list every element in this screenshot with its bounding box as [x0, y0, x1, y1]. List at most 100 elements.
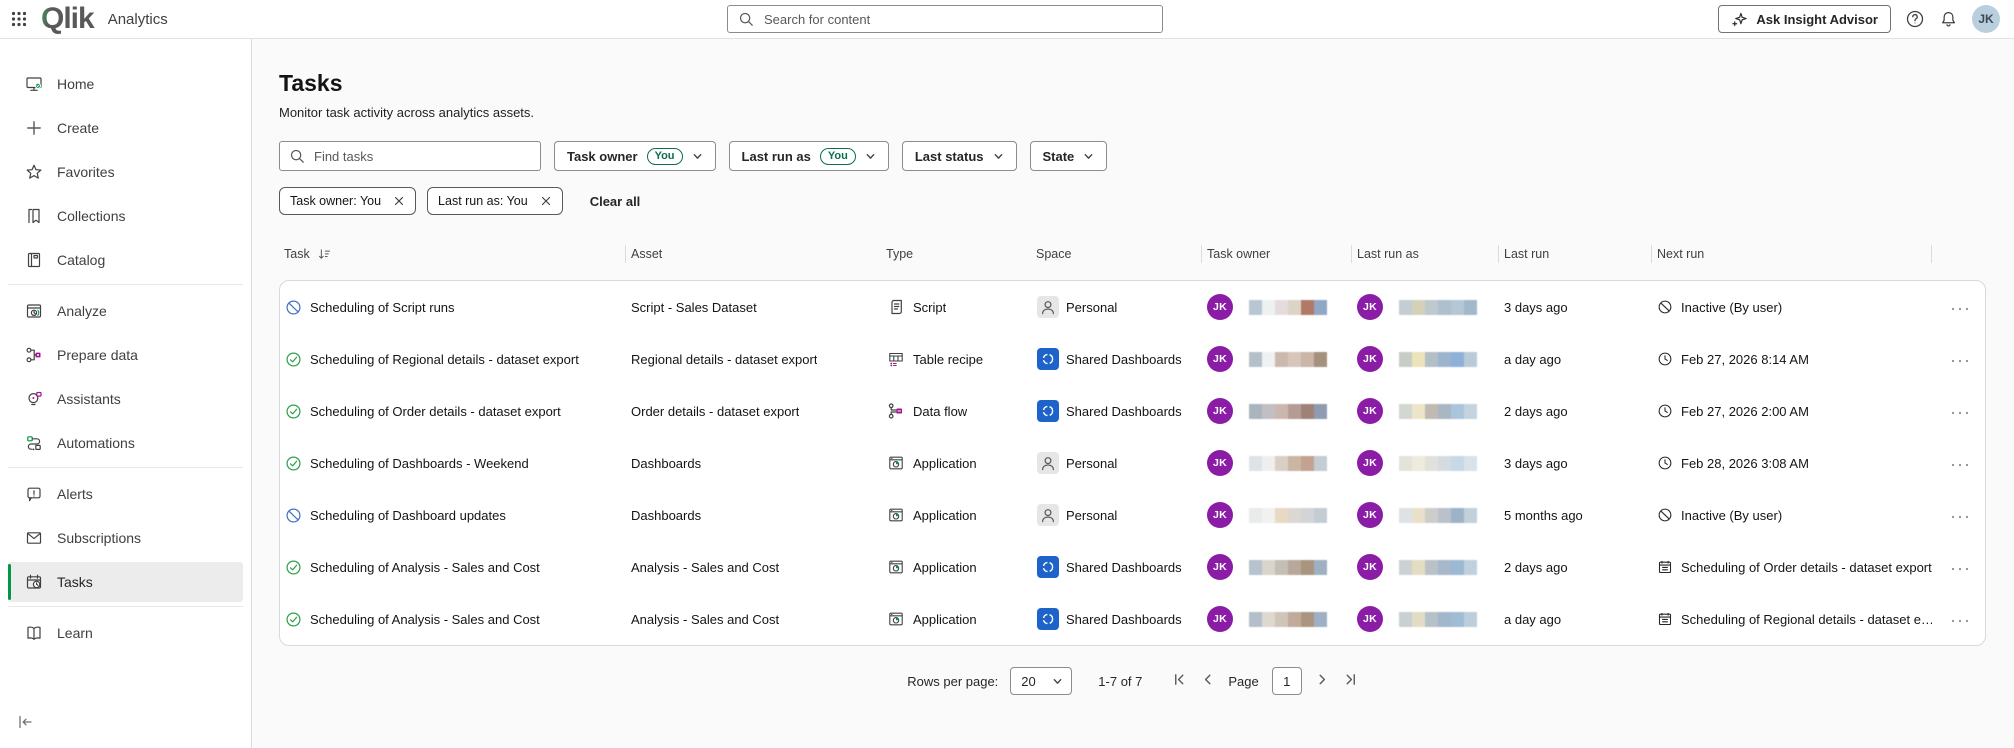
- previous-page-icon: [1200, 672, 1215, 687]
- filter-dropdown-state[interactable]: State: [1030, 141, 1108, 171]
- kebab-icon: [1950, 514, 1970, 520]
- rows-per-page-select[interactable]: 20: [1010, 667, 1072, 695]
- row-menu-cell: [1932, 456, 1987, 471]
- sidebar-item-analyze[interactable]: Analyze: [8, 291, 243, 331]
- sidebar-item-label: Catalog: [57, 252, 105, 268]
- first-page-button[interactable]: [1172, 672, 1187, 690]
- sidebar-item-automations[interactable]: Automations: [8, 423, 243, 463]
- table-row[interactable]: Scheduling of Analysis - Sales and CostA…: [280, 541, 1987, 593]
- status-success-icon: [285, 403, 302, 420]
- column-header-menu[interactable]: [1931, 245, 1986, 263]
- column-header-last-run[interactable]: Last run: [1498, 245, 1651, 263]
- next-page-button[interactable]: [1315, 672, 1330, 690]
- filter-row: Task ownerYou Last run asYou Last status St…: [279, 141, 2014, 171]
- sidebar-item-collections[interactable]: Collections: [8, 196, 243, 236]
- table-row[interactable]: Scheduling of Analysis - Sales and CostA…: [280, 593, 1987, 645]
- user-avatar[interactable]: JK: [1972, 5, 2000, 33]
- column-header-task[interactable]: Task: [279, 245, 625, 263]
- page-input[interactable]: [1272, 667, 1302, 695]
- global-search[interactable]: [727, 5, 1163, 33]
- row-menu-button[interactable]: [1950, 508, 1970, 523]
- sidebar-item-home[interactable]: Home: [8, 64, 243, 104]
- qlik-logo: Qlik: [41, 4, 94, 34]
- filter-dropdown-last-status[interactable]: Last status: [902, 141, 1017, 171]
- task-cell[interactable]: Scheduling of Order details - dataset ex…: [280, 403, 626, 420]
- sidebar-item-tasks[interactable]: Tasks: [8, 562, 243, 602]
- run-as-redacted-name: [1399, 560, 1477, 575]
- row-menu-button[interactable]: [1950, 612, 1970, 627]
- app-launcher-button[interactable]: [10, 10, 28, 28]
- owner-redacted-name: [1249, 300, 1327, 315]
- next-clock-icon: [1657, 455, 1673, 471]
- row-menu-button[interactable]: [1950, 352, 1970, 367]
- asset-cell: Dashboards: [626, 508, 882, 523]
- type-cell: Table recipe: [882, 350, 1032, 368]
- task-owner-cell: JK: [1202, 346, 1352, 372]
- sidebar-item-subscriptions[interactable]: Subscriptions: [8, 518, 243, 558]
- task-cell[interactable]: Scheduling of Analysis - Sales and Cost: [280, 559, 626, 576]
- chip-remove-button[interactable]: [540, 195, 552, 207]
- filter-dropdown-last-run-as[interactable]: Last run asYou: [729, 141, 889, 171]
- notifications-button[interactable]: [1939, 10, 1958, 29]
- column-header-space[interactable]: Space: [1031, 245, 1201, 263]
- sidebar-item-favorites[interactable]: Favorites: [8, 152, 243, 192]
- filter-chip-task-owner-you[interactable]: Task owner: You: [279, 187, 416, 215]
- column-header-type[interactable]: Type: [881, 245, 1031, 263]
- row-menu-button[interactable]: [1950, 300, 1970, 315]
- chip-remove-button[interactable]: [393, 195, 405, 207]
- row-menu-button[interactable]: [1950, 456, 1970, 471]
- task-cell[interactable]: Scheduling of Dashboards - Weekend: [280, 455, 626, 472]
- table-row[interactable]: Scheduling of Dashboards - WeekendDashbo…: [280, 437, 1987, 489]
- status-success-icon: [285, 351, 302, 368]
- last-page-button[interactable]: [1343, 672, 1358, 690]
- next-run-cell: Scheduling of Regional details - dataset…: [1652, 611, 1932, 627]
- row-menu-button[interactable]: [1950, 404, 1970, 419]
- space-cell: Personal: [1032, 452, 1202, 474]
- filter-dropdown-task-owner[interactable]: Task ownerYou: [554, 141, 716, 171]
- column-header-task-owner[interactable]: Task owner: [1201, 245, 1351, 263]
- task-cell[interactable]: Scheduling of Regional details - dataset…: [280, 351, 626, 368]
- row-menu-cell: [1932, 612, 1987, 627]
- space-personal-icon: [1037, 296, 1059, 318]
- space-personal-icon: [1037, 504, 1059, 526]
- collapse-sidebar-button[interactable]: [16, 713, 34, 734]
- column-header-last-run-as[interactable]: Last run as: [1351, 245, 1498, 263]
- run-as-avatar: JK: [1357, 606, 1383, 632]
- clear-all-button[interactable]: Clear all: [590, 194, 641, 209]
- row-menu-button[interactable]: [1950, 560, 1970, 575]
- help-button[interactable]: [1905, 9, 1925, 29]
- find-tasks[interactable]: [279, 141, 541, 171]
- task-cell[interactable]: Scheduling of Script runs: [280, 299, 626, 316]
- row-menu-cell: [1932, 508, 1987, 523]
- sidebar-item-prepare-data[interactable]: Prepare data: [8, 335, 243, 375]
- task-cell[interactable]: Scheduling of Dashboard updates: [280, 507, 626, 524]
- table-row[interactable]: Scheduling of Order details - dataset ex…: [280, 385, 1987, 437]
- previous-page-button[interactable]: [1200, 672, 1215, 690]
- task-owner-cell: JK: [1202, 606, 1352, 632]
- sidebar-item-create[interactable]: Create: [8, 108, 243, 148]
- sidebar-item-label: Home: [57, 76, 94, 92]
- global-search-input[interactable]: [762, 11, 1152, 28]
- sidebar-item-label: Create: [57, 120, 99, 136]
- column-header-asset[interactable]: Asset: [625, 245, 881, 263]
- sidebar-item-label: Alerts: [57, 486, 93, 502]
- ask-insight-advisor-button[interactable]: Ask Insight Advisor: [1718, 5, 1891, 33]
- type-data-flow-icon: [887, 402, 905, 420]
- sidebar-item-learn[interactable]: Learn: [8, 613, 243, 653]
- sidebar-item-catalog[interactable]: Catalog: [8, 240, 243, 280]
- find-tasks-input[interactable]: [312, 148, 531, 165]
- sidebar-item-assistants[interactable]: Assistants: [8, 379, 243, 419]
- task-cell[interactable]: Scheduling of Analysis - Sales and Cost: [280, 611, 626, 628]
- table-row[interactable]: Scheduling of Script runsScript - Sales …: [280, 281, 1987, 333]
- last-run-as-cell: JK: [1352, 554, 1499, 580]
- table-row[interactable]: Scheduling of Regional details - dataset…: [280, 333, 1987, 385]
- last-run-cell: 3 days ago: [1499, 456, 1652, 471]
- status-success-icon: [285, 559, 302, 576]
- table-row[interactable]: Scheduling of Dashboard updatesDashboard…: [280, 489, 1987, 541]
- asset-cell: Analysis - Sales and Cost: [626, 612, 882, 627]
- column-header-next-run[interactable]: Next run: [1651, 245, 1931, 263]
- sidebar-item-alerts[interactable]: Alerts: [8, 474, 243, 514]
- space-shared-icon: [1037, 348, 1059, 370]
- space-cell: Shared Dashboards: [1032, 348, 1202, 370]
- filter-chip-last-run-as-you[interactable]: Last run as: You: [427, 187, 563, 215]
